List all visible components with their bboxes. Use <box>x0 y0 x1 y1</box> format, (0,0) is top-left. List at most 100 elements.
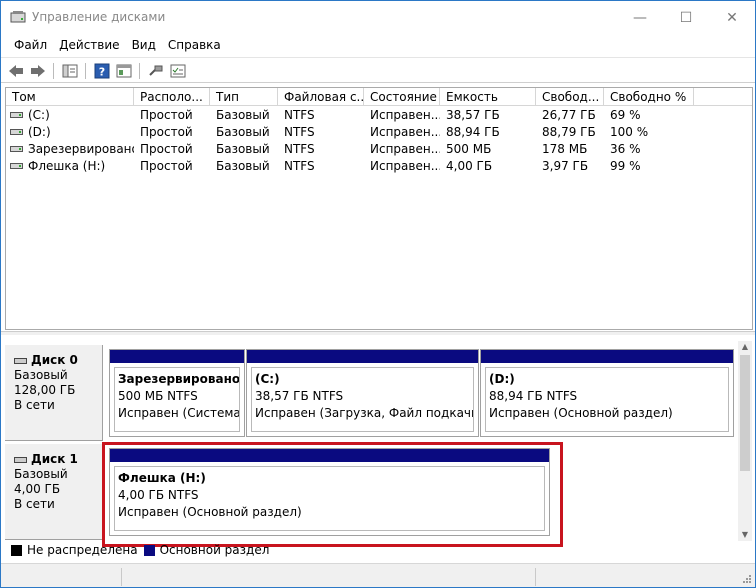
cell-free-space: 178 МБ <box>542 142 588 156</box>
cell-status: Исправен... <box>370 108 440 122</box>
menu-view[interactable]: Вид <box>126 35 162 55</box>
cell-capacity: 38,57 ГБ <box>446 108 500 122</box>
forward-arrow-icon[interactable] <box>29 62 47 80</box>
legend-swatch-primary <box>143 544 155 556</box>
disk-icon <box>14 456 27 463</box>
volume-list-header: Том Располо... Тип Файловая с... Состоян… <box>6 88 752 106</box>
scrollbar-thumb[interactable] <box>740 355 750 471</box>
toolbar: ? <box>1 57 755 83</box>
partition-d[interactable]: (D:) 88,94 ГБ NTFS Исправен (Основной ра… <box>480 349 734 437</box>
menu-action[interactable]: Действие <box>53 35 125 55</box>
maximize-button[interactable]: ☐ <box>663 1 709 34</box>
cell-type: Базовый <box>216 142 270 156</box>
partition-bar <box>247 350 478 363</box>
resize-grip-icon[interactable] <box>742 574 752 584</box>
back-arrow-icon[interactable] <box>7 62 25 80</box>
properties-icon[interactable] <box>115 62 133 80</box>
partition-status: Исправен (Основной раздел) <box>489 406 673 420</box>
cell-volume: (D:) <box>28 125 51 139</box>
disk-0-label[interactable]: Диск 0 Базовый 128,00 ГБ В сети <box>5 345 103 441</box>
cell-volume: (C:) <box>28 108 50 122</box>
cell-type: Базовый <box>216 125 270 139</box>
column-header-free-space[interactable]: Свобод... <box>536 88 604 106</box>
disk-0-state: В сети <box>14 398 55 412</box>
toolbar-separator <box>53 63 54 79</box>
cell-capacity: 4,00 ГБ <box>446 159 493 173</box>
scroll-up-arrow-icon[interactable]: ▲ <box>738 341 752 353</box>
partition-reserved[interactable]: Зарезервировано си 500 МБ NTFS Исправен … <box>109 349 245 437</box>
disk-0-type: Базовый <box>14 368 68 382</box>
status-separator <box>535 568 536 586</box>
legend-label-primary: Основной раздел <box>159 543 270 557</box>
cell-free-space: 26,77 ГБ <box>542 108 596 122</box>
cell-filesystem: NTFS <box>284 142 315 156</box>
cell-layout: Простой <box>140 142 193 156</box>
pane-splitter[interactable] <box>1 331 755 335</box>
legend: Не распределена Основной раздел <box>5 541 735 559</box>
column-header-layout[interactable]: Располо... <box>134 88 210 106</box>
column-header-capacity[interactable]: Емкость <box>440 88 536 106</box>
toolbar-separator <box>85 63 86 79</box>
close-button[interactable]: ✕ <box>709 1 755 34</box>
disk-1-label[interactable]: Диск 1 Базовый 4,00 ГБ В сети <box>5 444 103 540</box>
cell-capacity: 500 МБ <box>446 142 492 156</box>
menu-file[interactable]: Файл <box>8 35 53 55</box>
cell-type: Базовый <box>216 108 270 122</box>
cell-status: Исправен... <box>370 125 440 139</box>
disk-0-name-row: Диск 0 <box>14 353 102 368</box>
column-header-status[interactable]: Состояние <box>364 88 440 106</box>
volume-list: Том Располо... Тип Файловая с... Состоян… <box>5 87 753 330</box>
disk-1-size: 4,00 ГБ <box>14 482 61 496</box>
cell-status: Исправен... <box>370 159 440 173</box>
legend-swatch-unallocated <box>11 544 22 556</box>
checklist-icon[interactable] <box>169 62 187 80</box>
partition-status: Исправен (Система, А <box>118 406 240 420</box>
column-header-type[interactable]: Тип <box>210 88 278 106</box>
connect-icon[interactable] <box>147 62 165 80</box>
disk-1-state: В сети <box>14 497 55 511</box>
cell-layout: Простой <box>140 108 193 122</box>
table-row[interactable]: Флешка (H:) Простой Базовый NTFS Исправе… <box>6 158 752 175</box>
partition-title: Зарезервировано си <box>118 372 240 386</box>
partition-details: (C:) 38,57 ГБ NTFS Исправен (Загрузка, Ф… <box>251 367 474 432</box>
disk-management-window: Управление дисками — ☐ ✕ Файл Действие В… <box>0 0 756 588</box>
disk-management-icon <box>10 11 26 23</box>
cell-filesystem: NTFS <box>284 159 315 173</box>
status-bar <box>1 563 755 587</box>
scroll-down-arrow-icon[interactable]: ▼ <box>738 529 752 541</box>
partition-c[interactable]: (C:) 38,57 ГБ NTFS Исправен (Загрузка, Ф… <box>246 349 479 437</box>
vertical-scrollbar[interactable]: ▲ ▼ <box>738 341 752 541</box>
console-tree-icon[interactable] <box>61 62 79 80</box>
cell-volume: Флешка (H:) <box>28 159 106 173</box>
partition-details: (D:) 88,94 ГБ NTFS Исправен (Основной ра… <box>485 367 729 432</box>
minimize-button[interactable]: — <box>617 1 663 34</box>
highlight-box <box>102 442 563 547</box>
cell-percent-free: 36 % <box>610 142 641 156</box>
cell-percent-free: 69 % <box>610 108 641 122</box>
partition-details: Зарезервировано си 500 МБ NTFS Исправен … <box>114 367 240 432</box>
column-header-filesystem[interactable]: Файловая с... <box>278 88 364 106</box>
disk-1-type: Базовый <box>14 467 68 481</box>
title-bar[interactable]: Управление дисками — ☐ ✕ <box>1 1 755 34</box>
help-icon[interactable]: ? <box>93 62 111 80</box>
cell-capacity: 88,94 ГБ <box>446 125 500 139</box>
column-header-percent-free[interactable]: Свободно % <box>604 88 694 106</box>
table-row[interactable]: (D:) Простой Базовый NTFS Исправен... 88… <box>6 124 752 141</box>
table-row[interactable]: (C:) Простой Базовый NTFS Исправен... 38… <box>6 107 752 124</box>
cell-status: Исправен... <box>370 142 440 156</box>
partition-size: 88,94 ГБ NTFS <box>489 389 578 403</box>
table-row[interactable]: Зарезервировано... Простой Базовый NTFS … <box>6 141 752 158</box>
disk-1-name-row: Диск 1 <box>14 452 102 467</box>
window-title: Управление дисками <box>32 10 166 24</box>
partition-size: 500 МБ NTFS <box>118 389 198 403</box>
svg-text:?: ? <box>99 66 105 79</box>
partition-bar <box>481 350 733 363</box>
legend-label-unallocated: Не распределена <box>27 543 138 557</box>
cell-type: Базовый <box>216 159 270 173</box>
cell-layout: Простой <box>140 159 193 173</box>
column-header-volume[interactable]: Том <box>6 88 134 106</box>
cell-percent-free: 99 % <box>610 159 641 173</box>
menu-help[interactable]: Справка <box>162 35 227 55</box>
partition-title: (C:) <box>255 372 280 386</box>
toolbar-separator <box>139 63 140 79</box>
